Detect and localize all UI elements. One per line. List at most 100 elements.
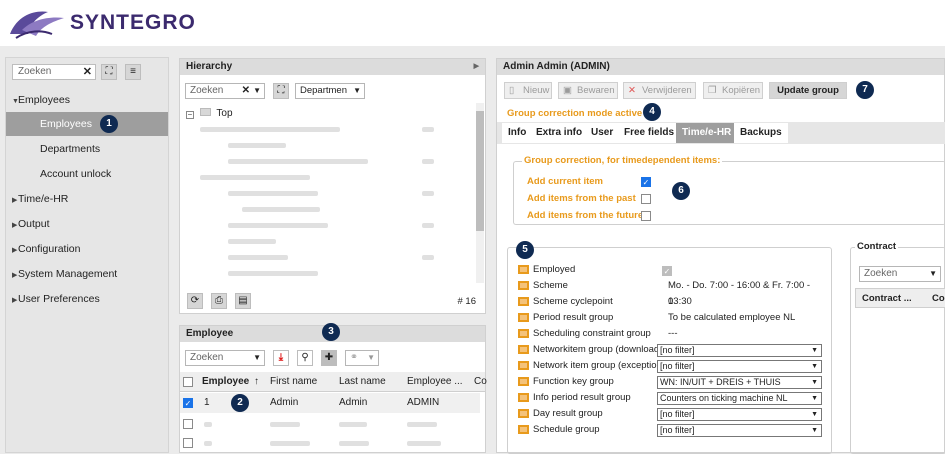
sidebar-item-output[interactable]: ▶Output [6, 212, 168, 236]
link-icon: ⚭ [350, 352, 358, 363]
day-result-group-select[interactable]: [no filter] ▼ [657, 408, 822, 421]
chevron-down-icon[interactable]: ▼ [367, 351, 375, 365]
row-checkbox[interactable]: ✓ [183, 398, 193, 408]
table-rows-blurred[interactable] [180, 414, 480, 454]
binoculars-icon[interactable]: ⚲ [297, 350, 313, 366]
tree-item-blurred[interactable] [200, 127, 340, 132]
callout-badge: 5 [516, 241, 534, 259]
cell-blurred [270, 422, 300, 427]
column-header-co[interactable]: Co [932, 289, 945, 309]
contract-grid-header: Contract ... Co [855, 288, 945, 308]
employee-search-input[interactable]: Zoeken ▼ [185, 350, 265, 366]
collapse-right-icon[interactable]: ▶ [474, 59, 479, 75]
tree-item-blurred[interactable] [228, 239, 276, 244]
contract-search-input[interactable]: Zoeken ▼ [859, 266, 941, 282]
column-header-employee-code[interactable]: Employee ... [407, 372, 463, 392]
table-row[interactable]: ✓ 1 2 Admin Admin ADMIN [180, 393, 480, 413]
scrollbar-thumb[interactable] [476, 111, 484, 231]
update-group-button[interactable]: Update group [769, 82, 847, 99]
networkitem-download-select[interactable]: [no filter] ▼ [657, 344, 822, 357]
row-checkbox[interactable] [183, 419, 193, 429]
print-icon[interactable]: ⎙ [211, 293, 227, 309]
menu-icon[interactable]: ≡ [125, 64, 141, 80]
tab-extra-info[interactable]: Extra info [530, 123, 589, 143]
chevron-down-icon[interactable]: ▼ [253, 84, 261, 98]
option-add-future-checkbox[interactable] [641, 211, 651, 221]
delete-button[interactable]: ✕ Verwijderen [623, 82, 696, 99]
tab-free-fields[interactable]: Free fields [618, 123, 681, 143]
employed-checkbox: ✓ [662, 266, 672, 276]
chevron-down-icon[interactable]: ▼ [253, 351, 261, 365]
caret-down-icon: ▼ [12, 98, 19, 105]
new-button[interactable]: ▯ Nieuw [504, 82, 552, 99]
collapse-icon[interactable]: – [186, 111, 194, 119]
field-period-result-group: Period result group To be calculated emp… [518, 310, 833, 326]
expand-icon[interactable]: ⛶ [273, 83, 289, 99]
sidebar-item-employees[interactable]: Employees 1 [6, 112, 168, 136]
info-period-result-group-select[interactable]: Counters on ticking machine NL ▼ [657, 392, 822, 405]
tab-user[interactable]: User [585, 123, 620, 143]
tree-item-blurred[interactable] [228, 271, 318, 276]
tree-item-blurred[interactable] [228, 255, 288, 260]
chevron-down-icon[interactable]: ▼ [929, 267, 937, 281]
tree-item-blurred[interactable] [228, 143, 286, 148]
hierarchy-search-input[interactable]: Zoeken ✕ ▼ [185, 83, 265, 99]
field-group-icon [518, 280, 529, 290]
option-add-past-checkbox[interactable] [641, 194, 651, 204]
sidebar-item-system-management[interactable]: ▶System Management [6, 262, 168, 286]
chevron-down-icon: ▼ [811, 411, 818, 418]
row-checkbox[interactable] [183, 438, 193, 448]
tree-item-blurred[interactable] [228, 223, 328, 228]
scrollbar[interactable] [476, 103, 484, 283]
tree-item-blurred[interactable] [228, 191, 318, 196]
select-all-checkbox[interactable] [183, 377, 193, 387]
hierarchy-filter-select[interactable]: Departmen ▼ [295, 83, 365, 99]
expand-icon[interactable]: ⛶ [101, 64, 117, 80]
network-exception-select[interactable]: [no filter] ▼ [657, 360, 822, 373]
tab-info[interactable]: Info [502, 123, 533, 143]
sidebar-item-time-ehr[interactable]: ▶Time/e-HR [6, 187, 168, 211]
sidebar-item-account-unlock[interactable]: Account unlock [6, 162, 168, 186]
sidebar-search-input[interactable]: Zoeken ✕ [12, 64, 96, 80]
callout-badge: 4 [643, 103, 661, 121]
column-header-employee[interactable]: Employee [202, 372, 249, 392]
clear-search-icon[interactable]: ✕ [242, 84, 250, 98]
caret-right-icon: ▶ [12, 272, 18, 279]
column-header-contract[interactable]: Contract ... [862, 289, 912, 309]
tab-bar: Info Extra info User Free fields Time/e-… [497, 122, 945, 144]
field-group-icon [518, 296, 529, 306]
clear-search-icon[interactable]: ✕ [83, 65, 92, 78]
sidebar-item-user-preferences[interactable]: ▶User Preferences [6, 287, 168, 311]
column-header-co[interactable]: Co [474, 372, 487, 392]
tree-item-blurred[interactable] [242, 207, 320, 212]
select-value: [no filter] [660, 361, 695, 371]
chevron-down-icon[interactable]: ▼ [353, 84, 361, 98]
schedule-group-select[interactable]: [no filter] ▼ [657, 424, 822, 437]
save-button[interactable]: ▣ Bewaren [558, 82, 618, 99]
refresh-icon[interactable]: ⟳ [187, 293, 203, 309]
option-add-past-label: Add items from the past [527, 193, 636, 204]
tab-backups[interactable]: Backups [734, 123, 788, 143]
column-header-last-name[interactable]: Last name [339, 372, 386, 392]
tree-item-blurred[interactable] [228, 159, 368, 164]
tree-root[interactable]: – Top [186, 108, 233, 119]
app-header: SYNTEGRO [0, 0, 945, 46]
link-dropdown[interactable]: ⚭ ▼ [345, 350, 379, 366]
detail-title: Admin Admin (ADMIN) [497, 59, 944, 75]
sidebar-item-departments[interactable]: Departments [6, 137, 168, 161]
sidebar-item-configuration[interactable]: ▶Configuration [6, 237, 168, 261]
field-group-icon [518, 344, 529, 354]
copy-button[interactable]: ❐ Kopiëren [703, 82, 763, 99]
sort-numeric-icon[interactable]: ⤓ [273, 350, 289, 366]
group-correction-fieldset: Group correction, for timedependent item… [513, 155, 945, 225]
option-add-current-checkbox[interactable]: ✓ [641, 177, 651, 187]
tree-item-blurred[interactable] [200, 175, 310, 180]
sidebar-item-employees-group[interactable]: ▼Employees [6, 88, 168, 112]
sort-up-icon[interactable]: ↑ [254, 372, 259, 392]
add-user-icon[interactable]: ✚ [321, 350, 337, 366]
function-key-group-select[interactable]: WN: IN/UIT + DREIS + THUIS ▼ [657, 376, 822, 389]
sidebar-item-label: Employees [40, 118, 92, 130]
export-icon[interactable]: ▤ [235, 293, 251, 309]
tab-time-ehr[interactable]: Time/e-HR [676, 123, 738, 143]
column-header-first-name[interactable]: First name [270, 372, 317, 392]
